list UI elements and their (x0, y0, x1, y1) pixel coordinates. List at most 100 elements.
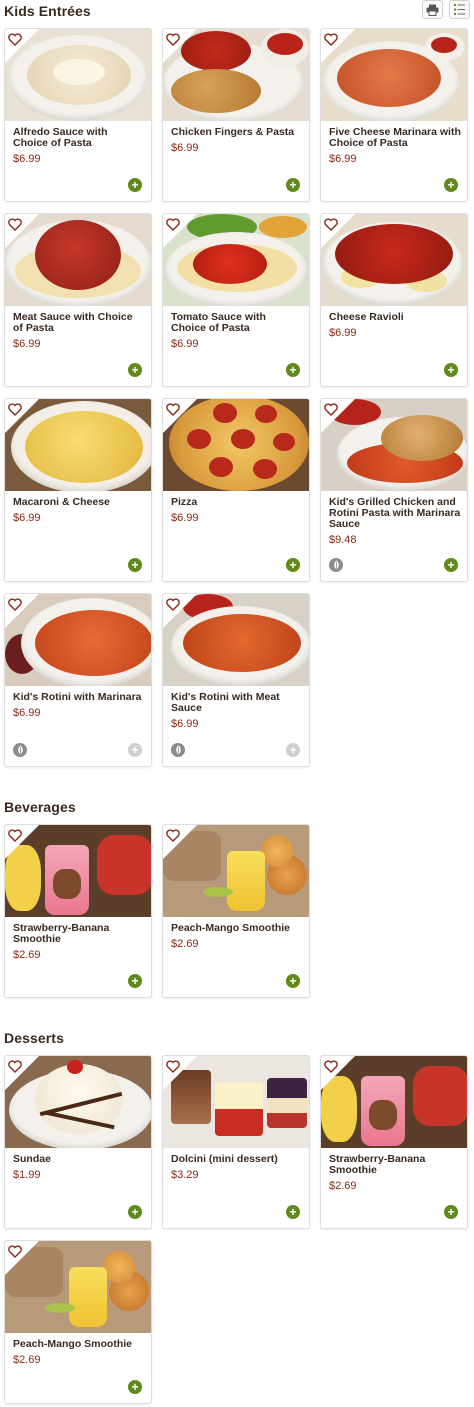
favorite-button[interactable] (5, 399, 39, 433)
add-to-order-button[interactable]: + (444, 178, 458, 192)
item-name: Peach-Mango Smoothie (13, 1338, 133, 1350)
plus-icon: + (131, 1204, 139, 1219)
item-price: $6.99 (13, 153, 41, 165)
list-view-icon (454, 4, 465, 15)
heart-icon (166, 218, 180, 231)
add-to-order-button[interactable]: + (128, 363, 142, 377)
heart-icon (8, 1245, 22, 1258)
item-name: Alfredo Sauce with Choice of Pasta (13, 126, 108, 149)
heart-icon (324, 403, 338, 416)
item-price: $6.99 (171, 718, 199, 730)
menu-item-card[interactable]: Kid's Rotini with Meat Sauce $6.99 + (162, 593, 310, 767)
menu-item-card[interactable]: Kid's Grilled Chicken and Rotini Pasta w… (320, 398, 468, 582)
item-price: $6.99 (171, 142, 199, 154)
favorite-button[interactable] (5, 1241, 39, 1275)
add-to-order-button[interactable]: + (128, 178, 142, 192)
plus-icon: + (131, 557, 139, 572)
favorite-button[interactable] (5, 214, 39, 248)
add-to-order-button[interactable]: + (444, 1205, 458, 1219)
item-price: $9.48 (329, 534, 357, 546)
add-to-order-button[interactable]: + (128, 1380, 142, 1394)
add-to-order-button[interactable]: + (286, 974, 300, 988)
heart-icon (166, 403, 180, 416)
favorite-button[interactable] (5, 594, 39, 628)
item-name: Pizza (171, 496, 198, 508)
plus-icon: + (131, 362, 139, 377)
plus-icon: + (289, 557, 297, 572)
heart-icon (166, 829, 180, 842)
add-to-order-button[interactable]: + (286, 1205, 300, 1219)
menu-item-card[interactable]: Five Cheese Marinara with Choice of Past… (320, 28, 468, 202)
menu-item-card[interactable]: Alfredo Sauce with Choice of Pasta $6.99… (4, 28, 152, 202)
vegetarian-icon (171, 743, 185, 757)
list-view-button[interactable] (449, 0, 470, 19)
favorite-button[interactable] (321, 399, 355, 433)
add-to-order-button[interactable]: + (128, 743, 142, 757)
item-price: $3.29 (171, 1169, 199, 1181)
add-to-order-button[interactable]: + (444, 363, 458, 377)
add-to-order-button[interactable]: + (286, 363, 300, 377)
print-button[interactable] (422, 0, 443, 19)
menu-item-card[interactable]: Sundae $1.99 + (4, 1055, 152, 1229)
favorite-button[interactable] (163, 594, 197, 628)
item-price: $2.69 (13, 949, 41, 961)
heart-icon (8, 218, 22, 231)
menu-item-card[interactable]: Tomato Sauce with Choice of Pasta $6.99 … (162, 213, 310, 387)
heart-icon (166, 33, 180, 46)
menu-item-card[interactable]: Strawberry-Banana Smoothie $2.69 + (4, 824, 152, 998)
favorite-button[interactable] (163, 399, 197, 433)
menu-item-card[interactable]: Dolcini (mini dessert) $3.29 + (162, 1055, 310, 1229)
menu-item-card[interactable]: Meat Sauce with Choice of Pasta $6.99 + (4, 213, 152, 387)
item-name: Five Cheese Marinara with Choice of Past… (329, 126, 461, 149)
item-name: Dolcini (mini dessert) (171, 1153, 278, 1165)
item-price: $2.69 (329, 1180, 357, 1192)
item-price: $6.99 (13, 338, 41, 350)
menu-item-card[interactable]: Strawberry-Banana Smoothie $2.69 + (320, 1055, 468, 1229)
plus-icon: + (289, 177, 297, 192)
item-name: Cheese Ravioli (329, 311, 404, 323)
item-name: Strawberry-Banana Smoothie (13, 922, 110, 945)
plus-icon: + (289, 362, 297, 377)
printer-icon (426, 4, 439, 16)
favorite-button[interactable] (163, 214, 197, 248)
add-to-order-button[interactable]: + (286, 558, 300, 572)
menu-item-card[interactable]: Kid's Rotini with Marinara $6.99 + (4, 593, 152, 767)
add-to-order-button[interactable]: + (128, 1205, 142, 1219)
item-price: $6.99 (171, 512, 199, 524)
menu-item-card[interactable]: Peach-Mango Smoothie $2.69 + (4, 1240, 152, 1404)
section-title-beverages: Beverages (4, 799, 76, 815)
item-name: Strawberry-Banana Smoothie (329, 1153, 426, 1176)
favorite-button[interactable] (5, 1056, 39, 1090)
item-price: $2.69 (171, 938, 199, 950)
add-to-order-button[interactable]: + (286, 178, 300, 192)
heart-icon (324, 1060, 338, 1073)
menu-item-card[interactable]: Peach-Mango Smoothie $2.69 + (162, 824, 310, 998)
plus-icon: + (289, 742, 297, 757)
add-to-order-button[interactable]: + (128, 974, 142, 988)
menu-item-card[interactable]: Cheese Ravioli $6.99 + (320, 213, 468, 387)
favorite-button[interactable] (5, 29, 39, 63)
item-price: $1.99 (13, 1169, 41, 1181)
favorite-button[interactable] (321, 29, 355, 63)
menu-item-card[interactable]: Macaroni & Cheese $6.99 + (4, 398, 152, 582)
plus-icon: + (447, 557, 455, 572)
plus-icon: + (447, 1204, 455, 1219)
heart-icon (166, 1060, 180, 1073)
favorite-button[interactable] (5, 825, 39, 859)
favorite-button[interactable] (163, 1056, 197, 1090)
add-to-order-button[interactable]: + (286, 743, 300, 757)
menu-item-card[interactable]: Chicken Fingers & Pasta $6.99 + (162, 28, 310, 202)
add-to-order-button[interactable]: + (444, 558, 458, 572)
heart-icon (324, 218, 338, 231)
favorite-button[interactable] (163, 29, 197, 63)
section-title-desserts: Desserts (4, 1030, 64, 1046)
item-price: $6.99 (329, 153, 357, 165)
item-name: Peach-Mango Smoothie (171, 922, 291, 934)
favorite-button[interactable] (163, 825, 197, 859)
add-to-order-button[interactable]: + (128, 558, 142, 572)
favorite-button[interactable] (321, 1056, 355, 1090)
favorite-button[interactable] (321, 214, 355, 248)
heart-icon (166, 598, 180, 611)
view-toolbar (422, 0, 470, 19)
menu-item-card[interactable]: Pizza $6.99 + (162, 398, 310, 582)
